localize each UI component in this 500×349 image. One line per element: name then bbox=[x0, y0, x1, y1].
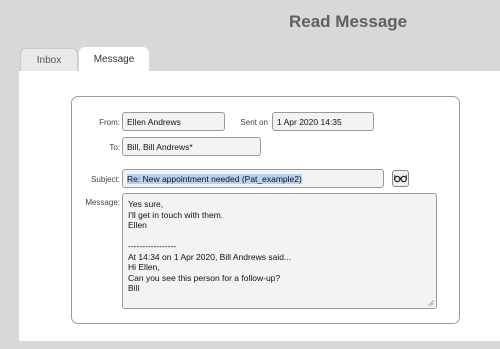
tab-message[interactable]: Message bbox=[79, 47, 149, 72]
sent-on-label: Sent on bbox=[240, 118, 268, 127]
message-line: At 14:34 on 1 Apr 2020, Bill Andrews sai… bbox=[128, 251, 292, 262]
view-patient-button[interactable] bbox=[392, 170, 409, 187]
subject-text: Re: New appointment needed (Pat_example2… bbox=[127, 173, 302, 184]
message-line: I'll get in touch with them. bbox=[128, 209, 224, 220]
subject-field[interactable]: Re: New appointment needed (Pat_example2… bbox=[122, 169, 384, 188]
message-line: Bill bbox=[128, 283, 140, 293]
message-line: Ellen bbox=[128, 220, 147, 230]
from-field[interactable]: Ellen Andrews bbox=[122, 112, 225, 131]
message-line: ----------------- bbox=[128, 241, 177, 251]
message-body[interactable]: Yes sure, I'll get in touch with them. E… bbox=[122, 193, 437, 309]
message-line: Hi Ellen, bbox=[128, 262, 160, 272]
message-line: Yes sure, bbox=[128, 199, 164, 209]
message-label: Message: bbox=[85, 198, 120, 207]
resize-grip-icon[interactable] bbox=[428, 300, 434, 306]
message-line bbox=[128, 231, 431, 242]
glasses-icon bbox=[394, 175, 407, 183]
page-title: Read Message bbox=[289, 12, 408, 31]
tab-inbox[interactable]: Inbox bbox=[20, 48, 78, 71]
to-field[interactable]: Bill, Bill Andrews* bbox=[122, 137, 261, 156]
to-label: To: bbox=[109, 143, 120, 152]
message-line: Can you see this person for a follow-up? bbox=[128, 272, 281, 283]
from-label: From: bbox=[99, 118, 120, 127]
sent-on-field[interactable]: 1 Apr 2020 14:35 bbox=[272, 112, 374, 131]
subject-label: Subject: bbox=[91, 175, 120, 184]
